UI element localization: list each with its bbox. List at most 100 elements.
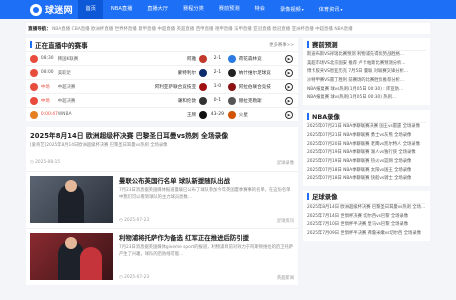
match-row[interactable]: 08:00 美职足 蒙特利尔 2-1 纳什维尔足球竞 ▶	[26, 65, 298, 79]
live-nav-link[interactable]: 法甲直播	[234, 26, 252, 32]
play-icon[interactable]: ▶	[285, 83, 293, 91]
title-accent-bar	[307, 193, 309, 201]
sidebar-list: 2025年8月14日 欧洲超级杯决赛 巴黎圣日耳曼vs热刺 全场录像 2025年7…	[307, 204, 426, 239]
match-score: 2-1	[213, 70, 222, 75]
sidebar-list-item[interactable]: 2025年07月18日 NBA季聊联赛 快船vs骑士 全场录像	[307, 175, 426, 184]
article-tag[interactable]: 足球资讯	[277, 218, 294, 224]
match-row[interactable]: 08:30 韩国K联赛 阿雅 2-1 荷花森林竞 ▶	[26, 51, 298, 65]
live-nav-link[interactable]: 西甲直播	[196, 26, 214, 32]
live-nav-link[interactable]: 中超直播	[315, 26, 333, 32]
nav-item-label: 首页	[85, 6, 96, 12]
more-matches-link[interactable]: 更多赛事>>	[269, 42, 294, 48]
nav-item-2[interactable]: 直播大厅	[140, 0, 176, 19]
live-nav-link[interactable]: 欧洲杯直播	[91, 26, 113, 32]
article-meta: 2025-07-23 英超新闻	[119, 275, 294, 281]
nav-item-1[interactable]: NBA直播	[103, 0, 139, 19]
live-nav-link[interactable]: CBA直播	[72, 26, 90, 32]
sidebar-list-item[interactable]: 2025年07月18日 NBA季聊联赛 太阳vs国王 全场录像	[307, 167, 426, 176]
article-date: 2025-07-23	[119, 275, 149, 281]
title-accent-bar	[307, 112, 309, 120]
sidebar-box-title: NBA录像	[307, 110, 426, 124]
sidebar-list-item[interactable]: 2025年07月20日 NBA季聊联赛 老鹰vs凯尔特人 全场录像	[307, 141, 426, 150]
sidebar-list-item[interactable]: 沙特甲赛VS雷丁胜利 前赛场的比赛胜负推荐分析...	[307, 77, 426, 86]
article-title[interactable]: 2025年8月14日 欧洲超级杯决赛 巴黎圣日耳曼vs热刺 全场录像	[30, 132, 294, 141]
nav-item-7[interactable]: 体育资讯▾	[311, 0, 350, 19]
sidebar-box-title-text: 赛前预测	[312, 40, 338, 49]
live-nav-link[interactable]: NBA直播	[334, 26, 352, 32]
home-team: 蒙特利尔	[177, 70, 197, 76]
play-icon[interactable]: ▶	[285, 97, 293, 105]
site-logo[interactable]: 球迷网	[30, 3, 73, 16]
sidebar-list-item[interactable]: 2025年07月19日 NBA季聊联赛 湖人vs独行侠 全场录像	[307, 149, 426, 158]
match-event: 中超决赛	[57, 98, 76, 104]
away-team-logo-icon	[227, 82, 236, 91]
live-nav-link[interactable]: 亚洲杯直播	[292, 26, 314, 32]
sidebar-list-item[interactable]: NBA报复赛 球vs热刺(1月05日 00:30) : 库亚防...	[307, 86, 426, 95]
article-title[interactable]: 利物浦将托萨作为备选 红军正在推进后防引援	[119, 234, 294, 243]
live-nav-link[interactable]: 世界杯直播	[115, 26, 137, 32]
nav-item-0[interactable]: 首页	[78, 0, 104, 19]
thumb-article-item[interactable]: 曼联公布英国行名单 球队新援随队出战 7月23日消息据英国媒体报道曼联已公布了球队…	[26, 170, 298, 228]
live-nav-link[interactable]: 意甲直播	[138, 26, 156, 32]
match-time: 0:00:47	[40, 112, 58, 117]
article-thumbnail[interactable]	[30, 232, 113, 280]
article-title[interactable]: 曼联公布英国行名单 球队新援随队出战	[119, 177, 294, 186]
sidebar-list-item[interactable]: 2025年7月10日 世俱杯半决赛 皇马vs巴黎 全场录像	[307, 221, 426, 230]
match-time: 中场	[40, 84, 50, 90]
play-icon[interactable]: ▶	[285, 69, 293, 77]
match-list: 08:30 韩国K联赛 阿雅 2-1 荷花森林竞 ▶ 08:00 美职足 蒙特利尔 2-1 纳什维尔…	[26, 51, 298, 121]
play-icon[interactable]: ▶	[285, 111, 293, 119]
live-nav-link[interactable]: 德甲直播	[215, 26, 233, 32]
away-team-logo-icon	[227, 110, 236, 119]
live-nav-link[interactable]: NBA直播	[52, 26, 70, 32]
article-tag[interactable]: 英超新闻	[277, 275, 294, 281]
match-score: 43-29	[210, 112, 225, 117]
sidebar-list-item[interactable]: 2025年7月09日 世俱杯半决赛 弗鲁米嫩vs切尔西 全场录像	[307, 230, 426, 239]
match-event: 韩国K联赛	[57, 56, 79, 62]
sidebar-box-nba-video: NBA录像 2025年07月21日 NBA季聊联赛决赛 国王vs雷霆 全场录像 20…	[303, 110, 430, 186]
sidebar-list-item[interactable]: 2025年07月19日 NBA季聊联赛 热火vs篮网 全场录像	[307, 158, 426, 167]
sidebar-list-item[interactable]: 2025年07月21日 NBA季聊联赛决赛 国王vs雷霆 全场录像	[307, 123, 426, 132]
sidebar-list-item[interactable]: 美超市场VS北京国安 推荐 卢卡帕斯比赛预测分析...	[307, 60, 426, 69]
article-thumbnail[interactable]	[30, 175, 113, 223]
play-icon[interactable]: ▶	[285, 55, 293, 63]
away-team-logo-icon	[227, 96, 236, 105]
live-nav-link[interactable]: 亚冠直播	[253, 26, 271, 32]
article-item[interactable]: 2025年8月14日 欧洲超级杯决赛 巴黎圣日耳曼vs热刺 全场录像 [爱奇艺]2…	[26, 127, 298, 171]
match-row[interactable]: 中场 中超决赛 谦和伦敦 0-1 赫拉克勒斯 ▶	[26, 93, 298, 107]
match-score: 1-0	[213, 84, 222, 89]
chevron-down-icon: ▾	[340, 7, 343, 12]
live-nav-link[interactable]: 欧冠直播	[272, 26, 290, 32]
logo-icon	[30, 3, 42, 16]
match-row[interactable]: 0:00:47 WNBA 王牌 43-29 火星 ▶	[26, 107, 298, 121]
sidebar-list-item[interactable]: NBA报复赛 球vs热刺(1月05日 00:30) 热刺...	[307, 94, 426, 103]
sidebar-box-title: 足球录像	[307, 191, 426, 204]
logo-text: 球迷网	[45, 6, 73, 16]
match-time: 08:00	[40, 70, 54, 75]
live-nav-link[interactable]: 中超直播	[157, 26, 175, 32]
sidebar-list-item[interactable]: 斯迪布斯VS祥瑞比赛预测 利物浦先得优势战胜格...	[307, 51, 426, 60]
article-tag[interactable]: 足球录像	[277, 160, 294, 166]
live-matches-header: 正在直播中的赛事 更多赛事>>	[26, 38, 298, 51]
nav-item-4[interactable]: 赛前预测	[211, 0, 247, 19]
nav-item-5[interactable]: 特会	[247, 0, 272, 19]
sidebar-list-item[interactable]: 博卡胶夹VS智亚历克 7月5日 曼联 对联赛交锋分析...	[307, 68, 426, 77]
sidebar-list: 2025年07月21日 NBA季聊联赛决赛 国王vs雷霆 全场录像 2025年07…	[307, 123, 426, 184]
away-team-logo-icon	[227, 54, 236, 63]
article-date: 2025-07-23	[119, 218, 149, 224]
nav-item-6[interactable]: 录像视频▾	[272, 0, 311, 19]
sidebar: 赛前预测斯迪布斯VS祥瑞比赛预测 利物浦先得优势战胜格... 美超市场VS北京国安…	[303, 38, 430, 246]
match-score: 0-1	[213, 98, 222, 103]
match-time: 中场	[40, 98, 50, 104]
sidebar-list-item[interactable]: 2025年8月14日 欧洲超级杯决赛 巴黎圣日耳曼vs热刺 全场录像	[307, 204, 426, 213]
article-list: 2025年8月14日 欧洲超级杯决赛 巴黎圣日耳曼vs热刺 全场录像 [爱奇艺]2…	[26, 127, 298, 171]
sidebar-list-item[interactable]: 2025年07月21日 NBA季聊联赛 勇士vs灰熊 全场录像	[307, 132, 426, 141]
match-row[interactable]: 中场 中超决赛 阿利亚萨联合竞技亚 1-0 阿拉伯联合竞技 ▶	[26, 79, 298, 93]
sidebar-list-item[interactable]: 2025年7月14日 世俱杯决赛 切尔西vs巴黎 全场录像	[307, 213, 426, 222]
match-score: 2-1	[213, 56, 222, 61]
home-team: 王牌	[186, 112, 197, 118]
nav-item-3[interactable]: 赛程分类	[176, 0, 212, 19]
live-nav-link[interactable]: 英超直播	[177, 26, 195, 32]
thumb-article-item[interactable]: 利物浦将托萨作为备选 红军正在推进后防引援 7月23日消息据英国媒体giveme …	[26, 227, 298, 285]
article-date: 2025-08-15	[30, 160, 60, 166]
